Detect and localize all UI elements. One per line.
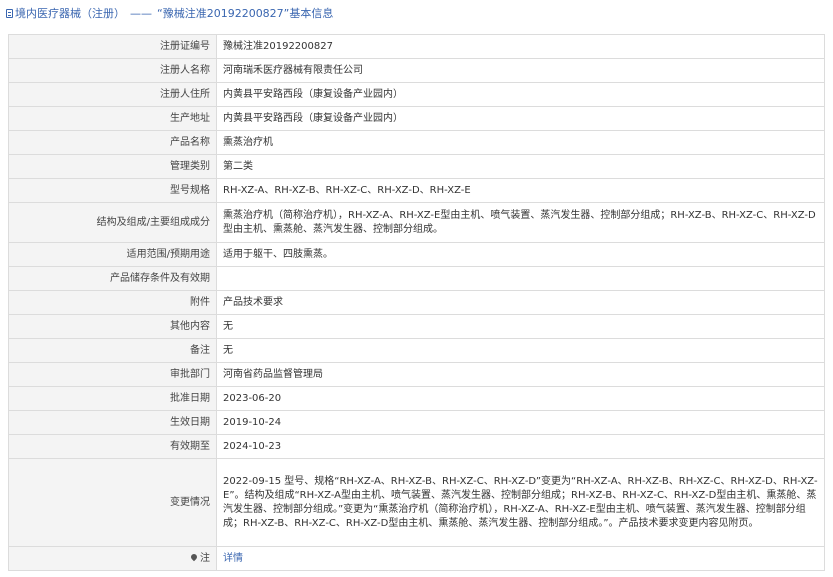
row-value: 2022-09-15 型号、规格“RH-XZ-A、RH-XZ-B、RH-XZ-C… [216, 458, 825, 547]
row-label: 产品储存条件及有效期 [8, 266, 217, 291]
detail-table-container: 注册证编号 豫械注准20192200827 注册人名称 河南瑞禾医疗器械有限责任… [8, 34, 825, 571]
details-link[interactable]: 详情 [223, 553, 243, 564]
table-row: 注册证编号 豫械注准20192200827 [8, 34, 825, 59]
row-value: 熏蒸治疗机（简称治疗机），RH-XZ-A、RH-XZ-E型由主机、喷气装置、蒸汽… [216, 202, 825, 243]
row-value: 内黄县平安路西段（康复设备产业园内） [216, 82, 825, 107]
details-cell: 详情 [216, 546, 825, 571]
row-label: 附件 [8, 290, 217, 315]
table-row: 有效期至 2024-10-23 [8, 434, 825, 459]
row-value: 河南瑞禾医疗器械有限责任公司 [216, 58, 825, 83]
header-title-prefix: 境内医疗器械（注册） [15, 7, 125, 20]
header-separator: —— [130, 6, 152, 20]
table-row: 批准日期 2023-06-20 [8, 386, 825, 411]
table-row: 注册人名称 河南瑞禾医疗器械有限责任公司 [8, 58, 825, 83]
table-row: 管理类别 第二类 [8, 154, 825, 179]
document-icon [6, 8, 13, 18]
row-label: 注册人名称 [8, 58, 217, 83]
row-label: 适用范围/预期用途 [8, 242, 217, 267]
header-title-main: “豫械注准20192200827”基本信息 [157, 7, 334, 20]
row-value: 河南省药品监督管理局 [216, 362, 825, 387]
table-row: 结构及组成/主要组成成分 熏蒸治疗机（简称治疗机），RH-XZ-A、RH-XZ-… [8, 202, 825, 243]
row-value: 内黄县平安路西段（康复设备产业园内） [216, 106, 825, 131]
note-label-cell: 注 [8, 546, 217, 571]
row-value: 第二类 [216, 154, 825, 179]
table-row: 型号规格 RH-XZ-A、RH-XZ-B、RH-XZ-C、RH-XZ-D、RH-… [8, 178, 825, 203]
row-value: 无 [216, 338, 825, 363]
row-label: 管理类别 [8, 154, 217, 179]
table-row: 其他内容 无 [8, 314, 825, 339]
table-row: 生效日期 2019-10-24 [8, 410, 825, 435]
row-value: 产品技术要求 [216, 290, 825, 315]
detail-table: 注册证编号 豫械注准20192200827 注册人名称 河南瑞禾医疗器械有限责任… [8, 34, 825, 571]
row-label: 变更情况 [8, 458, 217, 547]
row-value: 熏蒸治疗机 [216, 130, 825, 155]
row-label: 批准日期 [8, 386, 217, 411]
row-label: 注册人住所 [8, 82, 217, 107]
row-label: 产品名称 [8, 130, 217, 155]
row-value: 2019-10-24 [216, 410, 825, 435]
row-value: 2024-10-23 [216, 434, 825, 459]
row-label: 生效日期 [8, 410, 217, 435]
table-row: 注 详情 [8, 546, 825, 571]
table-row: 产品储存条件及有效期 [8, 266, 825, 291]
row-label: 型号规格 [8, 178, 217, 203]
row-label: 生产地址 [8, 106, 217, 131]
table-row: 附件 产品技术要求 [8, 290, 825, 315]
row-label: 注册证编号 [8, 34, 217, 59]
page-header: 境内医疗器械（注册） —— “豫械注准20192200827”基本信息 [0, 0, 833, 26]
row-label: 结构及组成/主要组成成分 [8, 202, 217, 243]
row-label: 审批部门 [8, 362, 217, 387]
row-value: 适用于躯干、四肢熏蒸。 [216, 242, 825, 267]
row-value: 豫械注准20192200827 [216, 34, 825, 59]
table-row: 审批部门 河南省药品监督管理局 [8, 362, 825, 387]
table-row: 适用范围/预期用途 适用于躯干、四肢熏蒸。 [8, 242, 825, 267]
table-row: 变更情况 2022-09-15 型号、规格“RH-XZ-A、RH-XZ-B、RH… [8, 458, 825, 547]
table-row: 备注 无 [8, 338, 825, 363]
row-label: 备注 [8, 338, 217, 363]
row-value: 2023-06-20 [216, 386, 825, 411]
row-value: RH-XZ-A、RH-XZ-B、RH-XZ-C、RH-XZ-D、RH-XZ-E [216, 178, 825, 203]
table-row: 注册人住所 内黄县平安路西段（康复设备产业园内） [8, 82, 825, 107]
location-pin-icon [189, 552, 199, 561]
row-label: 注 [200, 552, 210, 564]
row-label: 其他内容 [8, 314, 217, 339]
row-label: 有效期至 [8, 434, 217, 459]
row-value: 无 [216, 314, 825, 339]
table-row: 生产地址 内黄县平安路西段（康复设备产业园内） [8, 106, 825, 131]
row-value [216, 266, 825, 291]
table-row: 产品名称 熏蒸治疗机 [8, 130, 825, 155]
